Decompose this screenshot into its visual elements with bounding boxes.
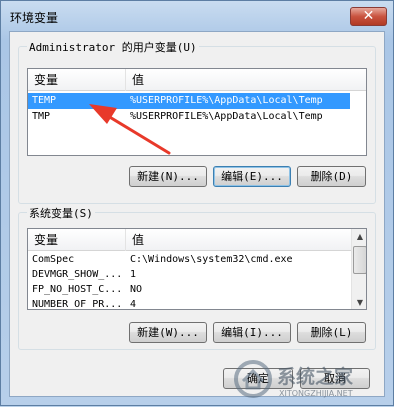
variable-name: DEVMGR_SHOW_... bbox=[32, 269, 123, 280]
dialog-client-area: Administrator 的用户变量(U) 变量 值 TEMP %USERPR… bbox=[9, 31, 385, 397]
variable-name: FP_NO_HOST_C... bbox=[32, 284, 123, 295]
variable-value: NO bbox=[130, 284, 143, 295]
system-list-header: 变量 值 bbox=[28, 229, 366, 251]
variable-name: NUMBER_OF_PR... bbox=[32, 299, 123, 310]
variable-value: %USERPROFILE%\AppData\Local\Temp bbox=[130, 95, 323, 106]
user-delete-button[interactable]: 删除(D) bbox=[297, 166, 366, 187]
column-header-variable[interactable]: 变量 bbox=[28, 69, 126, 91]
variable-name: ComSpec bbox=[32, 254, 75, 265]
column-header-value[interactable]: 值 bbox=[126, 69, 366, 91]
watermark-logo: 系统之家 XITONGZHIJIA.NET bbox=[227, 357, 391, 401]
variable-value: %USERPROFILE%\AppData\Local\Temp bbox=[130, 111, 323, 122]
watermark-house-icon: 系统之家 XITONGZHIJIA.NET bbox=[234, 360, 354, 398]
system-new-button[interactable]: 新建(W)... bbox=[129, 322, 207, 343]
user-edit-button[interactable]: 编辑(E)... bbox=[213, 166, 291, 187]
watermark-text: 系统之家 bbox=[277, 365, 354, 388]
user-new-button[interactable]: 新建(N)... bbox=[129, 166, 207, 187]
variable-name: TEMP bbox=[32, 95, 57, 106]
variable-value: 4 bbox=[130, 299, 137, 310]
scroll-up-arrow-icon[interactable]: ▲ bbox=[352, 229, 366, 245]
system-list-scrollbar[interactable]: ▲ ▼ bbox=[351, 229, 366, 309]
system-delete-button[interactable]: 删除(L) bbox=[297, 322, 366, 343]
list-item-tmp[interactable]: TMP %USERPROFILE%\AppData\Local\Temp bbox=[28, 109, 350, 125]
scroll-thumb[interactable] bbox=[353, 246, 366, 274]
list-item-devmgr[interactable]: DEVMGR_SHOW_... 1 bbox=[28, 267, 350, 283]
list-item-temp[interactable]: TEMP %USERPROFILE%\AppData\Local\Temp bbox=[28, 93, 350, 109]
environment-variables-dialog: 环境变量 ✕ Administrator 的用户变量(U) 变量 值 TEMP … bbox=[0, 0, 394, 406]
variable-value: 1 bbox=[130, 269, 137, 280]
list-item-comspec[interactable]: ComSpec C:\Windows\system32\cmd.exe bbox=[28, 252, 350, 268]
scroll-down-arrow-icon[interactable]: ▼ bbox=[352, 295, 366, 309]
user-variables-label: Administrator 的用户变量(U) bbox=[27, 39, 199, 55]
user-list-header: 变量 值 bbox=[28, 69, 366, 91]
column-header-variable[interactable]: 变量 bbox=[28, 229, 126, 251]
system-edit-button[interactable]: 编辑(I)... bbox=[213, 322, 291, 343]
column-header-value[interactable]: 值 bbox=[126, 229, 351, 251]
list-item-number-of-pr[interactable]: NUMBER_OF_PR... 4 bbox=[28, 297, 350, 310]
close-button[interactable]: ✕ bbox=[350, 7, 387, 26]
system-variables-label: 系统变量(S) bbox=[27, 205, 95, 221]
variable-name: TMP bbox=[32, 111, 51, 122]
list-item-fp-no-host[interactable]: FP_NO_HOST_C... NO bbox=[28, 282, 350, 298]
user-variables-list[interactable]: 变量 值 TEMP %USERPROFILE%\AppData\Local\Te… bbox=[27, 68, 367, 156]
variable-value: C:\Windows\system32\cmd.exe bbox=[130, 254, 293, 265]
system-variables-list[interactable]: 变量 值 ComSpec C:\Windows\system32\cmd.exe… bbox=[27, 228, 367, 310]
watermark-url: XITONGZHIJIA.NET bbox=[279, 389, 353, 398]
window-title: 环境变量 bbox=[10, 11, 59, 25]
